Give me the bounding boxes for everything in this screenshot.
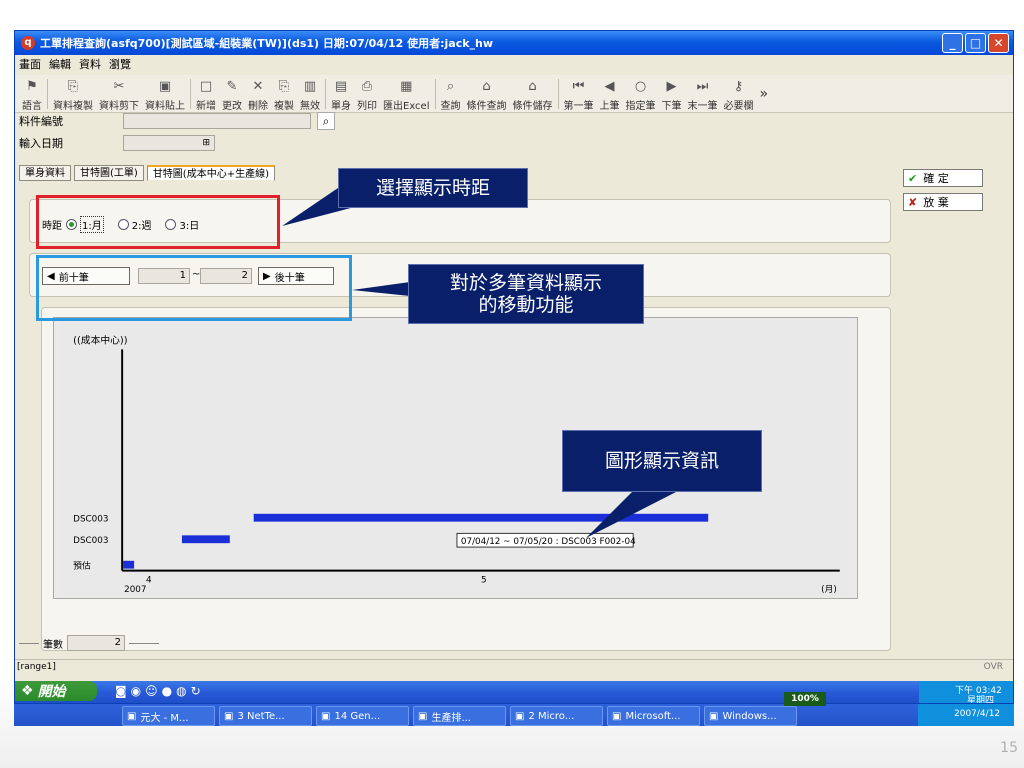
chart-callout: 圖形顯示資訊 [562, 430, 762, 492]
callout-pointers [282, 188, 676, 538]
nav-callout-pointer [352, 282, 410, 296]
period-callout: 選擇顯示時距 [338, 168, 528, 208]
chart-callout-pointer [586, 492, 676, 538]
nav-callout: 對於多筆資料顯示 的移動功能 [408, 264, 644, 324]
